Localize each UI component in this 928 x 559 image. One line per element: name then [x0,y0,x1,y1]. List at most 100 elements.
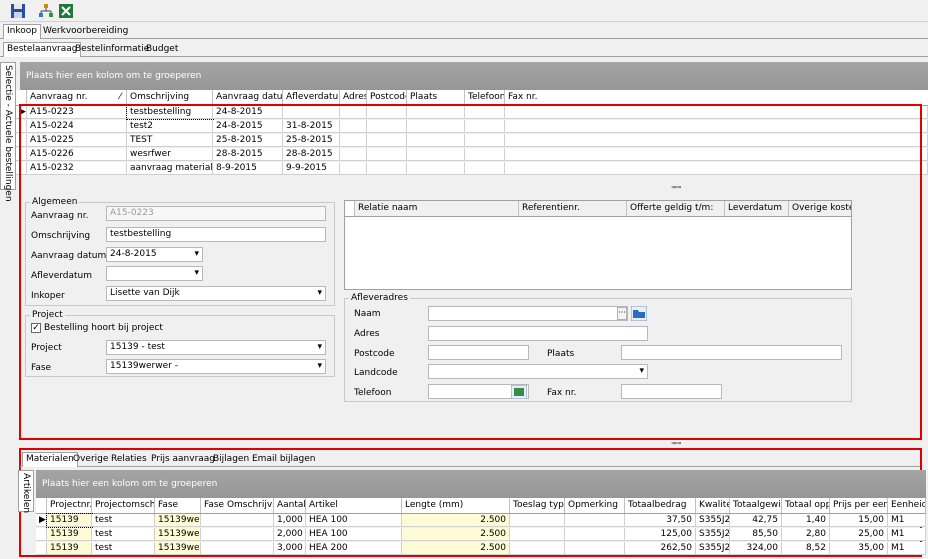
tab-prijs-aanvraag[interactable]: Prijs aanvraag [148,453,218,467]
table-cell[interactable]: 8,52 [782,542,830,555]
bottom-col-header[interactable]: Lengte (mm) [402,498,510,513]
naam-field[interactable] [428,306,628,321]
naam-lookup-button[interactable]: ··· [617,307,627,320]
adres-field[interactable] [428,326,648,341]
table-cell[interactable] [510,514,565,527]
bottom-col-header[interactable]: Toeslag type [510,498,565,513]
table-cell[interactable]: M1 [888,514,926,527]
col-telefoon[interactable]: Telefoon [465,90,505,105]
table-cell[interactable] [565,528,625,541]
table-cell[interactable]: 324,00 [730,542,782,555]
tab-overige[interactable]: Overige [70,453,111,467]
table-cell[interactable]: 262,50 [625,542,696,555]
bottom-col-header[interactable]: Kwaliteit [696,498,730,513]
col-leverdatum[interactable]: Leverdatum [725,201,789,216]
aanvraag-nr-field[interactable]: A15-0223 [106,206,326,221]
side-tab-artikelen[interactable]: Artikelen [18,470,34,513]
plaats-field[interactable] [621,345,842,360]
col-aanvraag-nr[interactable]: Aanvraag nr. ⁄ [27,90,127,105]
excel-icon[interactable] [58,3,74,19]
bottom-group-by-panel[interactable]: Plaats hier een kolom om te groeperen [36,470,926,498]
bottom-col-header[interactable]: Opmerking [565,498,625,513]
table-cell[interactable] [201,528,274,541]
bottom-col-header[interactable]: Projectnr. [47,498,92,513]
table-cell[interactable]: test [92,528,155,541]
table-cell[interactable]: 2.500 [402,528,510,541]
tab-bijlagen[interactable]: Bijlagen [210,453,252,467]
col-omschrijving[interactable]: Omschrijving [127,90,213,105]
table-cell[interactable]: 25,00 [830,528,888,541]
tab-budget[interactable]: Budget [143,43,181,57]
tab-email-bijlagen[interactable]: Email bijlagen [249,453,319,467]
bottom-col-header[interactable]: Fase [155,498,201,513]
aanvraag-datum-picker[interactable]: 24-8-2015 [106,247,203,262]
bottom-col-header[interactable]: Aantal [274,498,306,513]
table-cell[interactable] [510,542,565,555]
side-tab-selectie[interactable]: Selectie - Actuele bestellingen [0,62,16,202]
col-afleverdatum[interactable]: Afleverdatum [283,90,340,105]
col-overige-kosten[interactable]: Overige kosten [789,201,851,216]
table-cell[interactable]: 42,75 [730,514,782,527]
col-relatie-naam[interactable]: Relatie naam [355,201,519,216]
table-cell[interactable]: 35,00 [830,542,888,555]
col-postcode[interactable]: Postcode [367,90,407,105]
table-cell[interactable]: 1,40 [782,514,830,527]
table-cell[interactable]: S355J2 [696,514,730,527]
col-fax[interactable]: Fax nr. [505,90,928,105]
bottom-col-header[interactable]: Totaalgewicht [730,498,782,513]
table-cell[interactable]: 2.500 [402,514,510,527]
table-cell[interactable]: 85,50 [730,528,782,541]
col-aanvraag-datum[interactable]: Aanvraag datum [213,90,283,105]
table-cell[interactable]: 2,000 [274,528,306,541]
table-cell[interactable]: M1 [888,528,926,541]
inkoper-select[interactable]: Lisette van Dijk [106,286,326,301]
table-cell[interactable]: HEA 100 [306,514,402,527]
table-cell[interactable]: 1,000 [274,514,306,527]
table-cell[interactable]: 15,00 [830,514,888,527]
table-cell[interactable] [510,528,565,541]
group-by-panel[interactable]: Plaats hier een kolom om te groeperen [20,62,928,90]
project-select[interactable]: 15139 - test [106,340,326,355]
tab-werkvoorbereiding[interactable]: Werkvoorbereiding [40,25,131,39]
table-row[interactable]: 15139test15139werw 3,000HEA 2002.500 262,5… [36,542,926,555]
table-cell[interactable]: M1 [888,542,926,555]
bottom-col-header[interactable]: Fase Omschrijving [201,498,274,513]
table-cell[interactable]: HEA 200 [306,542,402,555]
table-cell[interactable]: 15139werw [155,528,201,541]
table-cell[interactable]: 15139werw [155,542,201,555]
bottom-col-header[interactable]: Eenheid [888,498,926,513]
bottom-col-header[interactable]: Projectomschr. [92,498,155,513]
tab-bestelaanvraag[interactable]: Bestelaanvraag [3,42,82,57]
table-cell[interactable]: 37,50 [625,514,696,527]
bottom-col-header[interactable]: Totaal opper [782,498,830,513]
landcode-select[interactable] [428,364,648,379]
table-cell[interactable] [565,514,625,527]
table-cell[interactable]: 2.500 [402,542,510,555]
table-row[interactable]: 15139test15139werw 2,000HEA 1002.500 125,0… [36,528,926,541]
fase-select[interactable]: 15139werwer - [106,359,326,374]
folder-icon[interactable] [631,306,647,321]
table-cell[interactable]: HEA 100 [306,528,402,541]
table-cell[interactable]: test [92,542,155,555]
bottom-col-header[interactable]: Artikel [306,498,402,513]
tab-bestelinformatie[interactable]: Bestelinformatie [72,43,152,57]
project-checkbox[interactable]: ✓ [31,323,41,333]
table-cell[interactable] [565,542,625,555]
save-icon[interactable] [10,3,26,19]
table-cell[interactable]: S355J2 [696,542,730,555]
col-plaats[interactable]: Plaats [407,90,465,105]
bottom-col-header[interactable]: Totaalbedrag [625,498,696,513]
hierarchy-icon[interactable] [38,3,54,19]
phone-icon[interactable] [511,385,527,399]
table-cell[interactable]: S355J2 [696,528,730,541]
table-cell[interactable]: test [92,514,155,527]
col-referentienr[interactable]: Referentienr. [519,201,627,216]
table-cell[interactable] [201,542,274,555]
table-row[interactable]: ▶15139test15139werw 1,000HEA 1002.500 37,5… [36,513,926,528]
table-cell[interactable]: 2,80 [782,528,830,541]
omschrijving-field[interactable]: testbestelling [106,227,326,242]
postcode-field[interactable] [428,345,529,360]
table-cell[interactable] [201,514,274,527]
fax-field[interactable] [621,384,722,399]
tab-relaties[interactable]: Relaties [108,453,150,467]
